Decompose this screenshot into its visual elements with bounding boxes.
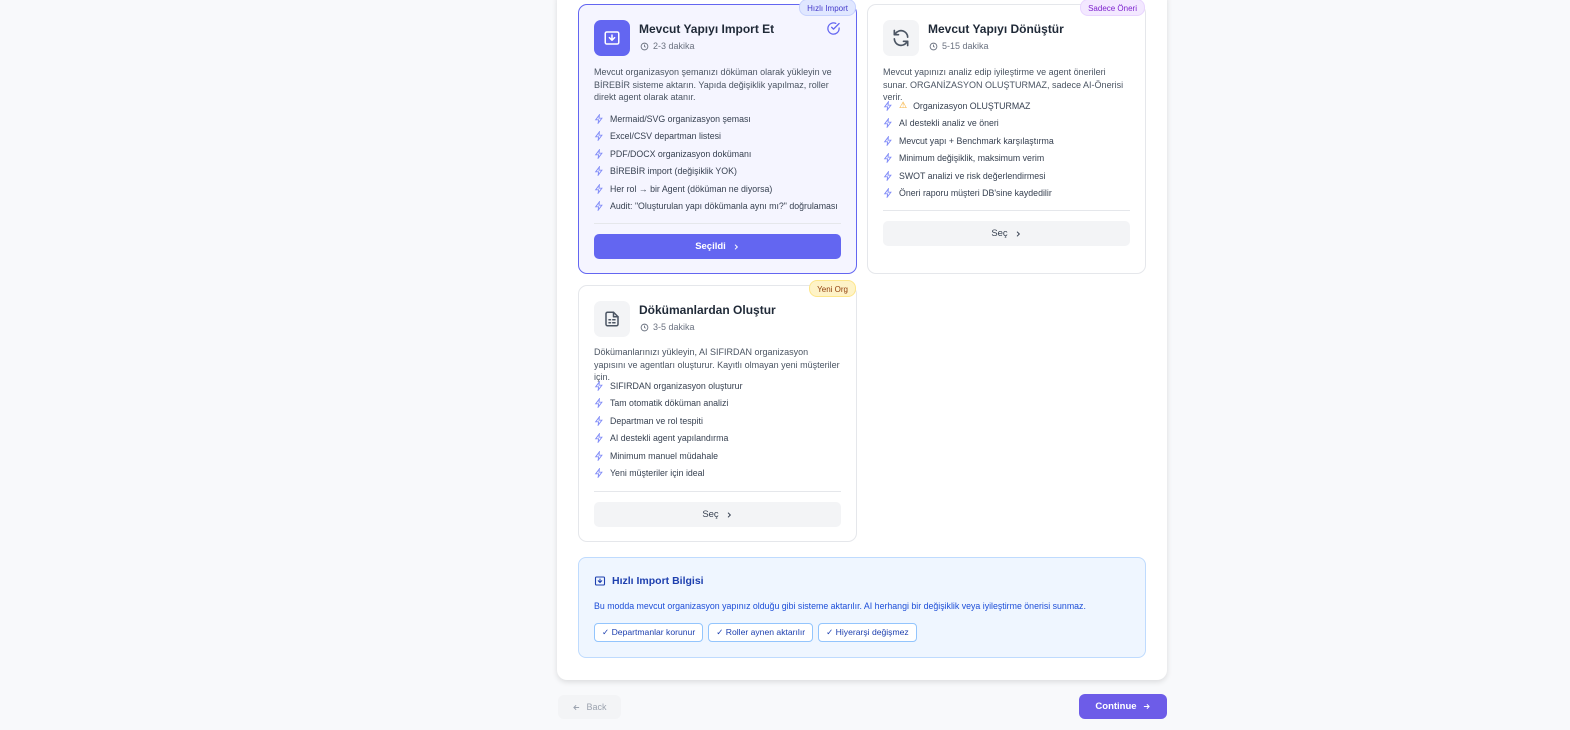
chevron-right-icon xyxy=(1016,230,1020,237)
chevron-right-icon xyxy=(734,243,738,250)
sparkle-icon xyxy=(594,183,603,194)
sparkle-icon xyxy=(594,398,603,409)
sparkle-icon xyxy=(594,450,603,461)
warning-icon: ⚠ xyxy=(899,100,908,111)
list-item: Mermaid/SVG organizasyon şeması xyxy=(594,110,844,128)
badge-yeni-org: Yeni Org xyxy=(809,280,856,297)
list-item: SIFIRDAN organizasyon oluşturur xyxy=(594,377,844,395)
sparkle-icon xyxy=(883,188,892,199)
back-label: Back xyxy=(586,702,607,712)
check-circle-icon xyxy=(827,22,840,35)
info-title-text: Hızlı Import Bilgisi xyxy=(612,575,704,587)
list-item: SWOT analizi ve risk değerlendirmesi xyxy=(883,167,1133,185)
sparkle-icon xyxy=(594,166,603,177)
list-item: Minimum manuel müdahale xyxy=(594,447,844,465)
select-button[interactable]: Seç xyxy=(594,502,841,527)
info-chips: ✓ Departmanlar korunur ✓ Roller aynen ak… xyxy=(594,623,917,642)
sparkle-icon xyxy=(883,170,892,181)
list-item: Departman ve rol tespiti xyxy=(594,412,844,430)
button-label: Seçildi xyxy=(695,241,726,252)
sparkle-icon xyxy=(594,468,603,479)
clock-icon xyxy=(640,42,649,50)
card-title: Mevcut Yapıyı Dönüştür xyxy=(928,22,1064,36)
card-duration: 2-3 dakika xyxy=(640,41,695,51)
list-item: Audit: "Oluşturulan yapı dökümanla aynı … xyxy=(594,198,844,216)
card-duration: 3-5 dakika xyxy=(640,322,695,332)
card-title: Dökümanlardan Oluştur xyxy=(639,303,776,317)
continue-label: Continue xyxy=(1095,701,1137,712)
chip: ✓ Departmanlar korunur xyxy=(594,623,704,642)
divider xyxy=(594,223,841,224)
sparkle-icon xyxy=(883,100,892,111)
sparkle-icon xyxy=(594,113,603,124)
arrow-left-icon xyxy=(573,704,580,710)
sparkle-icon xyxy=(594,148,603,159)
list-item: ⚠ Organizasyon OLUŞTURMAZ xyxy=(883,97,1133,115)
sparkle-icon xyxy=(883,135,892,146)
badge-sadece-oneri: Sadece Öneri xyxy=(1080,0,1145,16)
import-icon xyxy=(594,20,630,56)
select-button[interactable]: Seç xyxy=(883,221,1130,246)
option-card-create[interactable]: Yeni Org Dökümanlardan Oluştur 3-5 dakik… xyxy=(578,280,857,542)
sparkle-icon xyxy=(594,131,603,142)
clock-icon xyxy=(929,42,938,50)
option-card-import[interactable]: Hızlı Import Mevcut Yapıyı Import Et 2-3… xyxy=(578,0,857,274)
option-card-transform[interactable]: Sadece Öneri Mevcut Yapıyı Dönüştür 5-15… xyxy=(867,0,1146,274)
back-button[interactable]: Back xyxy=(558,695,621,719)
list-item: Minimum değişiklik, maksimum verim xyxy=(883,150,1133,168)
feature-list: ⚠ Organizasyon OLUŞTURMAZ AI destekli ana… xyxy=(883,97,1133,202)
info-title: Hızlı Import Bilgisi xyxy=(594,575,704,587)
sparkle-icon xyxy=(594,380,603,391)
list-item: BİREBİR import (değişiklik YOK) xyxy=(594,163,844,181)
chip: ✓ Hiyerarşi değişmez xyxy=(818,623,917,642)
list-item: Mevcut yapı + Benchmark karşılaştırma xyxy=(883,132,1133,150)
divider xyxy=(594,491,841,492)
feature-list: Mermaid/SVG organizasyon şeması Excel/CS… xyxy=(594,110,844,215)
info-box: Hızlı Import Bilgisi Bu modda mevcut org… xyxy=(578,557,1146,658)
list-item: PDF/DOCX organizasyon dokümanı xyxy=(594,145,844,163)
button-label: Seç xyxy=(702,509,719,520)
list-item: Yeni müşteriler için ideal xyxy=(594,465,844,483)
sparkle-icon xyxy=(883,118,892,129)
refresh-icon xyxy=(883,20,919,56)
button-label: Seç xyxy=(991,228,1008,239)
selected-button[interactable]: Seçildi xyxy=(594,234,841,259)
import-icon xyxy=(594,576,606,586)
feature-list: SIFIRDAN organizasyon oluşturur Tam otom… xyxy=(594,377,844,482)
duration-text: 5-15 dakika xyxy=(942,41,989,51)
card-duration: 5-15 dakika xyxy=(929,41,989,51)
card-description: Mevcut organizasyon şemanızı döküman ola… xyxy=(594,67,832,102)
document-icon xyxy=(594,301,630,337)
info-text: Bu modda mevcut organizasyon yapınız old… xyxy=(594,601,1086,611)
continue-button[interactable]: Continue xyxy=(1079,694,1167,719)
duration-text: 2-3 dakika xyxy=(653,41,695,51)
badge-hizli-import: Hızlı Import xyxy=(799,0,856,16)
duration-text: 3-5 dakika xyxy=(653,322,695,332)
divider xyxy=(883,210,1130,211)
list-item: AI destekli agent yapılandırma xyxy=(594,430,844,448)
list-item: Öneri raporu müşteri DB'sine kaydedilir xyxy=(883,185,1133,203)
card-title: Mevcut Yapıyı Import Et xyxy=(639,22,775,36)
list-item: Her rol → bir Agent (döküman ne diyorsa) xyxy=(594,180,844,198)
clock-icon xyxy=(640,323,649,331)
list-item: Excel/CSV departman listesi xyxy=(594,128,844,146)
list-item: Tam otomatik döküman analizi xyxy=(594,395,844,413)
sparkle-icon xyxy=(883,153,892,164)
list-item: AI destekli analiz ve öneri xyxy=(883,115,1133,133)
arrow-right-icon xyxy=(1143,703,1150,710)
sparkle-icon xyxy=(594,433,603,444)
chip: ✓ Roller aynen aktarılır xyxy=(708,623,814,642)
chevron-right-icon xyxy=(727,511,731,518)
sparkle-icon xyxy=(594,201,603,212)
sparkle-icon xyxy=(594,415,603,426)
